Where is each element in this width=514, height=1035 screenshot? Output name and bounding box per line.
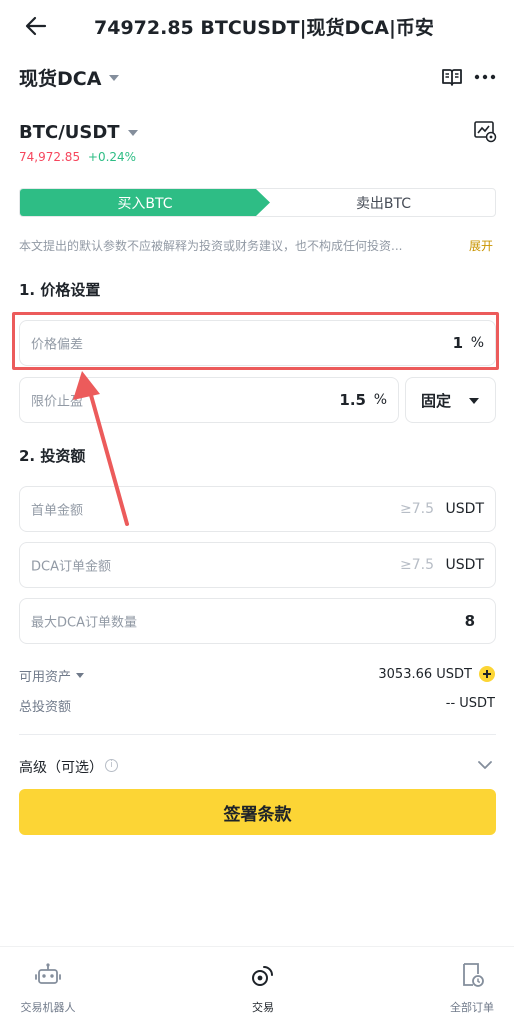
nav-label-trading-bots: 交易机器人: [20, 1001, 76, 1014]
price-deviation-value: 1: [452, 334, 463, 352]
price-deviation-field[interactable]: 价格偏差 1 %: [19, 320, 496, 366]
section-invest-title: 2. 投资额: [19, 447, 86, 465]
caret-down-icon: [109, 74, 120, 81]
chart-settings-icon[interactable]: [473, 119, 497, 143]
last-price: 74,972.85: [19, 150, 81, 164]
caret-down-icon: [469, 398, 479, 404]
tab-buy[interactable]: 买入BTC: [20, 189, 270, 216]
back-arrow-icon[interactable]: [22, 12, 50, 40]
caret-down-icon: [76, 673, 85, 678]
price-row: 74,972.85 +0.24%: [19, 150, 136, 164]
price-deviation-unit: %: [470, 335, 484, 351]
total-investment-value: -- USDT: [445, 696, 495, 711]
dca-order-unit: USDT: [445, 557, 484, 573]
nav-item-trading-bots[interactable]: 交易机器人: [0, 947, 108, 1035]
first-order-label: 首单金额: [31, 503, 84, 519]
more-icon[interactable]: [474, 66, 496, 88]
book-icon[interactable]: [441, 66, 463, 88]
total-investment-label-row: 总投资额: [19, 696, 71, 715]
available-assets-value-row: 3053.66 USDT: [378, 666, 495, 682]
total-investment-label: 总投资额: [19, 700, 72, 715]
top-bar: 74972.85 BTCUSDT|现货DCA|币安: [0, 0, 514, 52]
take-profit-mode-value: 固定: [421, 392, 452, 410]
section-price-title: 1. 价格设置: [19, 281, 101, 299]
dca-order-label: DCA订单金额: [31, 559, 111, 575]
page-title: 74972.85 BTCUSDT|现货DCA|币安: [94, 17, 434, 39]
expand-link[interactable]: 展开: [469, 237, 493, 254]
available-assets-label: 可用资产: [19, 670, 72, 685]
robot-icon: [34, 961, 62, 989]
chevron-down-icon: [477, 757, 493, 773]
max-dca-orders-label: 最大DCA订单数量: [31, 615, 137, 631]
first-order-unit: USDT: [445, 501, 484, 517]
pair-selector[interactable]: BTC/USDT: [19, 122, 138, 143]
tab-sell[interactable]: 卖出BTC: [270, 189, 495, 216]
available-assets-value: 3053.66 USDT: [378, 666, 472, 682]
total-investment-value-row: -- USDT: [446, 696, 495, 711]
orders-icon: [458, 961, 486, 989]
first-order-field[interactable]: 首单金额 ≥7.5 USDT: [19, 486, 496, 532]
bottom-nav: 交易机器人 交易 全部订单: [0, 946, 514, 1035]
divider: [19, 734, 496, 735]
dca-order-hint: ≥7.5: [400, 557, 434, 573]
trade-icon: [249, 961, 277, 989]
nav-label-trade: 交易: [252, 1001, 274, 1014]
dca-order-field[interactable]: DCA订单金额 ≥7.5 USDT: [19, 542, 496, 588]
nav-item-all-orders[interactable]: 全部订单: [412, 947, 514, 1035]
price-change: +0.24%: [87, 150, 137, 164]
disclaimer-text: 本文提出的默认参数不应被解释为投资或财务建议，也不构成任何投资...: [19, 239, 403, 253]
sign-terms-button[interactable]: 签署条款: [19, 789, 496, 835]
advanced-label: 高级（可选）: [19, 760, 103, 776]
nav-label-all-orders: 全部订单: [450, 1001, 494, 1014]
nav-item-trade[interactable]: 交易: [203, 947, 323, 1035]
max-dca-orders-value: 8: [464, 612, 475, 630]
mode-title: 现货DCA: [19, 68, 102, 90]
side-tabs: 买入BTC 卖出BTC: [19, 188, 496, 217]
available-assets-label-row[interactable]: 可用资产: [19, 666, 85, 685]
plus-icon[interactable]: [479, 666, 495, 682]
pair-name: BTC/USDT: [19, 122, 120, 143]
take-profit-value: 1.5: [339, 391, 366, 409]
advanced-options-toggle[interactable]: 高级（可选） i: [19, 755, 496, 777]
take-profit-label: 限价止盈: [31, 394, 84, 410]
max-dca-orders-field[interactable]: 最大DCA订单数量 8: [19, 598, 496, 644]
take-profit-field[interactable]: 限价止盈 1.5 %: [19, 377, 399, 423]
price-deviation-label: 价格偏差: [31, 337, 84, 353]
first-order-hint: ≥7.5: [400, 501, 434, 517]
take-profit-mode-select[interactable]: 固定: [405, 377, 496, 423]
info-icon[interactable]: i: [105, 759, 118, 772]
take-profit-unit: %: [373, 392, 387, 408]
caret-down-icon: [127, 129, 138, 136]
mode-selector[interactable]: 现货DCA: [19, 64, 120, 91]
